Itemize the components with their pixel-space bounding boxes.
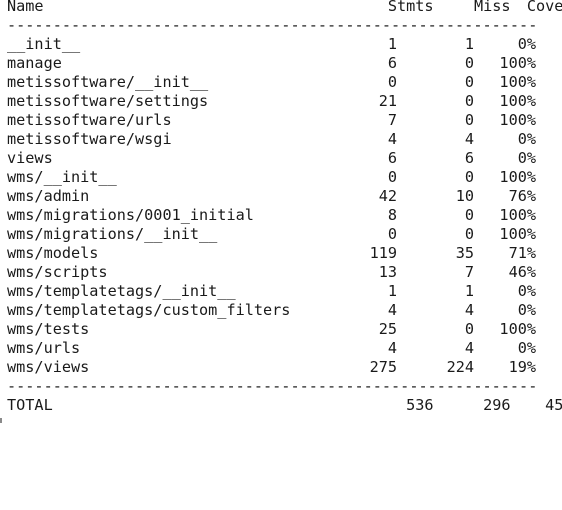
row-cover: 0% — [517, 149, 536, 167]
header-miss: Miss — [474, 0, 511, 15]
row-miss: 0 — [464, 168, 474, 186]
row-stmts: 25 — [378, 320, 397, 338]
header-row: Name Stmts Miss Cover — [7, 0, 562, 16]
total-row: TOTAL 536 296 45% — [7, 396, 562, 415]
row-stmts: 0 — [387, 73, 397, 91]
row-cover: 100% — [499, 54, 536, 72]
header-name: Name — [7, 0, 44, 15]
row-name: wms/templatetags/custom_filters — [7, 301, 291, 319]
header-stmts: Stmts — [387, 0, 434, 15]
row-stmts: 0 — [387, 225, 397, 243]
row-stmts: 4 — [387, 130, 397, 148]
row-stmts: 275 — [369, 358, 397, 376]
row-stmts: 21 — [378, 92, 397, 110]
row-stmts: 4 — [387, 301, 397, 319]
row-name: views — [7, 149, 53, 167]
row-cover: 100% — [499, 168, 536, 186]
row-stmts: 6 — [387, 149, 397, 167]
row-name: manage — [7, 54, 62, 72]
row-cover: 100% — [499, 225, 536, 243]
row-name: wms/admin — [7, 187, 90, 205]
row-name: metissoftware/wsgi — [7, 130, 172, 148]
row-miss: 1 — [464, 35, 474, 53]
row-miss: 1 — [464, 282, 474, 300]
header-cover: Cover — [526, 0, 562, 15]
row-stmts: 7 — [387, 111, 397, 129]
row-cover: 46% — [508, 263, 536, 281]
row-miss: 35 — [455, 244, 474, 262]
row-miss: 4 — [464, 339, 474, 357]
row-miss: 4 — [464, 130, 474, 148]
row-name: wms/__init__ — [7, 168, 117, 186]
row-stmts: 1 — [387, 282, 397, 300]
row-stmts: 0 — [387, 168, 397, 186]
row-miss: 0 — [464, 92, 474, 110]
row-miss: 0 — [464, 320, 474, 338]
row-cover: 0% — [517, 339, 536, 357]
row-name: wms/migrations/__init__ — [7, 225, 218, 243]
row-name: wms/models — [7, 244, 99, 262]
row-cover: 0% — [517, 35, 536, 53]
row-cover: 0% — [517, 301, 536, 319]
row-miss: 224 — [446, 358, 474, 376]
row-cover: 0% — [517, 282, 536, 300]
row-miss: 6 — [464, 149, 474, 167]
row-cover: 0% — [517, 130, 536, 148]
row-name: __init__ — [7, 35, 81, 53]
total-miss: 296 — [483, 396, 511, 414]
row-miss: 7 — [464, 263, 474, 281]
row-name: wms/scripts — [7, 263, 108, 281]
total-stmts: 536 — [406, 396, 434, 414]
total-name: TOTAL — [7, 396, 53, 414]
row-miss: 0 — [464, 73, 474, 91]
row-name: metissoftware/urls — [7, 111, 172, 129]
row-cover: 100% — [499, 320, 536, 338]
row-name: wms/urls — [7, 339, 81, 357]
coverage-report-terminal: Name Stmts Miss Cover ------------------… — [0, 0, 562, 423]
total-cover: 45% — [545, 396, 562, 414]
row-stmts: 119 — [369, 244, 397, 262]
row-cover: 100% — [499, 206, 536, 224]
row-cover: 100% — [499, 92, 536, 110]
row-miss: 0 — [464, 225, 474, 243]
row-stmts: 4 — [387, 339, 397, 357]
row-cover: 76% — [508, 187, 536, 205]
row-cover: 100% — [499, 73, 536, 91]
row-name: metissoftware/__init__ — [7, 73, 209, 91]
row-stmts: 6 — [387, 54, 397, 72]
row-miss: 0 — [464, 111, 474, 129]
row-stmts: 42 — [378, 187, 397, 205]
row-miss: 10 — [455, 187, 474, 205]
row-miss: 0 — [464, 206, 474, 224]
row-miss: 4 — [464, 301, 474, 319]
row-stmts: 1 — [387, 35, 397, 53]
row-stmts: 13 — [378, 263, 397, 281]
row-name: wms/tests — [7, 320, 90, 338]
row-miss: 0 — [464, 54, 474, 72]
row-name: metissoftware/settings — [7, 92, 209, 110]
separator-bottom: ----------------------------------------… — [7, 377, 537, 395]
row-name: wms/views — [7, 358, 90, 376]
row-name: wms/migrations/0001_initial — [7, 206, 254, 224]
row-name: wms/templatetags/__init__ — [7, 282, 236, 300]
terminal-cursor — [0, 418, 2, 423]
row-cover: 71% — [508, 244, 536, 262]
row-cover: 19% — [508, 358, 536, 376]
separator-top: ----------------------------------------… — [7, 16, 537, 34]
row-stmts: 8 — [387, 206, 397, 224]
row-cover: 100% — [499, 111, 536, 129]
